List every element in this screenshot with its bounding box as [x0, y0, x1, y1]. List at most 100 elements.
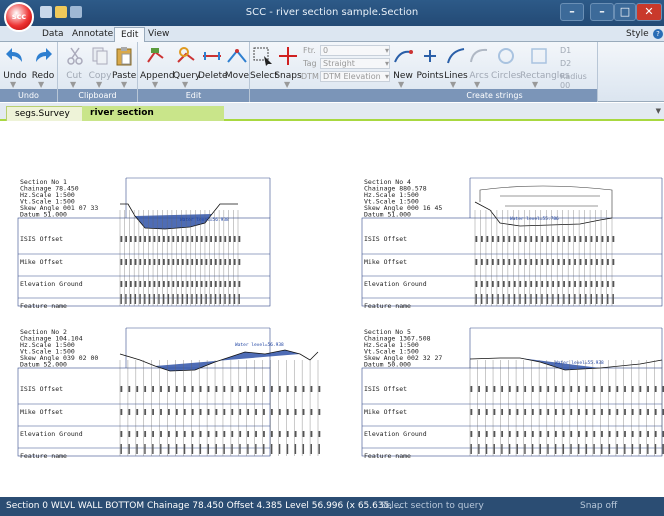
row-label: ISIS Offset	[20, 385, 63, 393]
status-prompt: Select section to query	[380, 501, 484, 511]
section-header-line: Datum 50.000	[364, 361, 411, 369]
water-level-label: Water level=55.938	[555, 360, 604, 366]
row-label: Feature name	[364, 452, 411, 460]
edit-group: Append Query Delete Move ▼ ▼ Edit	[138, 42, 250, 102]
query-icon	[177, 47, 195, 63]
undo-group: Undo Redo ▼ ▼ Undo	[0, 42, 58, 102]
delete-icon	[203, 52, 221, 60]
new-string-icon	[394, 50, 413, 63]
scissors-icon	[67, 47, 83, 65]
move-button[interactable]: Move	[224, 46, 250, 81]
print-icon[interactable]	[70, 6, 82, 18]
app-logo[interactable]: scc	[4, 2, 34, 32]
sections-drawing[interactable]: Section No 1Chainage 78.450Hz.Scale 1:50…	[0, 121, 664, 497]
select-icon	[253, 47, 272, 66]
d2-label: D2	[560, 59, 572, 68]
row-label: Mike Offset	[20, 408, 63, 416]
snaps-group-bar	[250, 89, 392, 102]
close-button[interactable]: ✕	[636, 3, 662, 21]
document-tabs: segs.Survey river section sample.Section…	[0, 103, 664, 132]
row-label: Feature name	[20, 302, 67, 310]
undo-group-label: Undo	[0, 89, 57, 102]
section-header-line: Datum 51.000	[20, 211, 67, 219]
redo-button[interactable]: Redo	[30, 46, 56, 81]
append-icon	[147, 48, 164, 63]
dtm-field[interactable]: DTM Elevation ▾	[320, 71, 390, 82]
new-button[interactable]: New	[392, 46, 414, 81]
d1-label: D1	[560, 46, 572, 55]
copy-button[interactable]: Copy	[88, 46, 112, 81]
doc-tab-river-section[interactable]: river section sample.Section ×	[82, 106, 224, 132]
section-canvas[interactable]: Section No 1 Chainage 78.450 Hz.Scale 1:50…	[0, 121, 664, 497]
clipboard-group-label: Clipboard	[58, 89, 137, 102]
maximize-button[interactable]: □	[614, 3, 636, 21]
tab-view[interactable]: View	[142, 27, 175, 42]
row-label: ISIS Offset	[364, 235, 407, 243]
arcs-button[interactable]: Arcs	[468, 46, 490, 81]
clipboard-group: Cut Copy Paste ▼ ▼ ▼ Clipboard	[58, 42, 138, 102]
crosshair-icon	[279, 47, 297, 65]
menu-bar: Data Annotate Edit View Style ?	[0, 26, 664, 42]
ground-profile	[474, 201, 613, 227]
water-level-label: Water level=56.938	[235, 342, 284, 348]
bridge-deck	[479, 185, 613, 218]
section-panel-1[interactable]: Section No 1Chainage 78.450Hz.Scale 1:50…	[17, 177, 271, 310]
undo-icon	[6, 48, 22, 62]
plus-icon	[424, 50, 436, 62]
status-snap: Snap off	[580, 501, 618, 511]
circles-button[interactable]: Circles	[490, 46, 522, 81]
tag-label: Tag	[303, 59, 317, 68]
section-header-line: Datum 52.000	[20, 361, 67, 369]
clipboard-icon	[116, 47, 132, 66]
tab-overflow-icon[interactable]: ▼	[656, 107, 661, 115]
dtm-label: DTM	[301, 72, 319, 81]
copy-icon	[92, 47, 108, 65]
undo-button[interactable]: Undo	[3, 46, 27, 81]
row-label: Feature name	[364, 302, 411, 310]
status-bar: Section 0 WLVL WALL BOTTOM Chainage 78.4…	[0, 497, 664, 516]
arc-icon	[470, 48, 488, 63]
status-info: Section 0 WLVL WALL BOTTOM Chainage 78.4…	[6, 501, 404, 511]
open-icon[interactable]	[55, 6, 67, 18]
rectangles-button[interactable]: Rectangles	[520, 46, 570, 81]
style-menu[interactable]: Style	[620, 27, 655, 42]
cut-button[interactable]: Cut	[64, 46, 84, 81]
section-panel-2[interactable]: Section No 4Chainage 880.578Hz.Scale 1:5…	[361, 177, 663, 310]
section-panel-3[interactable]: Section No 2Chainage 104.104Hz.Scale 1:5…	[17, 327, 321, 460]
row-label: Mike Offset	[20, 258, 63, 266]
circle-icon	[498, 48, 514, 64]
rectangle-icon	[531, 48, 547, 64]
query-button[interactable]: Query	[173, 46, 200, 81]
ribbon: Undo Redo ▼ ▼ Undo Cut Copy Paste ▼ ▼ ▼ …	[0, 42, 664, 102]
section-panel-4[interactable]: Section No 5Chainage 1367.508Hz.Scale 1:…	[361, 327, 664, 460]
tab-edit[interactable]: Edit	[114, 27, 146, 42]
row-label: Elevation Ground	[364, 430, 427, 438]
water-level-label: Water level=56.938	[180, 217, 229, 223]
save-icon[interactable]	[40, 6, 52, 18]
title-bar: SCC - river section sample.Section – – □…	[0, 0, 664, 26]
row-label: ISIS Offset	[364, 385, 407, 393]
row-label: ISIS Offset	[20, 235, 63, 243]
points-button[interactable]: Points	[416, 46, 444, 81]
create-strings-label: Create strings	[392, 89, 597, 102]
lines-button[interactable]: Lines	[444, 46, 468, 81]
tab-annotate[interactable]: Annotate	[66, 27, 119, 42]
snaps-button[interactable]: Snaps	[274, 46, 302, 81]
ftr-field[interactable]: 0 ▾	[320, 45, 390, 56]
row-label: Mike Offset	[364, 408, 407, 416]
paste-button[interactable]: Paste	[112, 46, 136, 81]
tab-data[interactable]: Data	[36, 27, 70, 42]
row-label: Elevation Ground	[20, 280, 83, 288]
minimize-button[interactable]: –	[590, 3, 614, 21]
section-header-line: Datum 51.000	[364, 211, 411, 219]
radius-label: Radius 00	[560, 72, 587, 90]
ftr-label: Ftr.	[303, 46, 316, 55]
tag-field[interactable]: Straight ▾	[320, 58, 390, 69]
doc-tab-segs-survey[interactable]: segs.Survey	[6, 106, 84, 121]
redo-icon	[36, 48, 52, 62]
delete-button[interactable]: Delete	[198, 46, 228, 81]
append-button[interactable]: Append	[140, 46, 175, 81]
select-button[interactable]: Select	[250, 46, 278, 81]
help-icon[interactable]: ?	[653, 29, 663, 39]
ribbon-minimize-button[interactable]: –	[560, 3, 584, 21]
